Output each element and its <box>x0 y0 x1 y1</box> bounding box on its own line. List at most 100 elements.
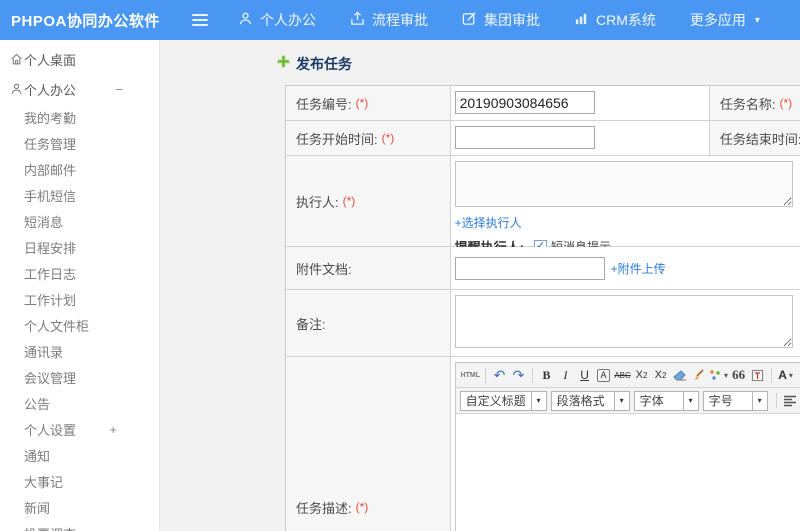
nav-item-flow-approval[interactable]: 流程审批 <box>350 10 428 30</box>
sidebar-item-task-management[interactable]: 任务管理 <box>0 130 159 156</box>
sidebar-item-label: 个人桌面 <box>24 52 77 68</box>
attachment-input[interactable] <box>454 256 605 280</box>
undo-button[interactable]: ↶ <box>491 366 508 385</box>
italic-button[interactable]: I <box>557 366 574 385</box>
attachment-label: 附件文档: <box>286 247 451 290</box>
sidebar-item-personal-files[interactable]: 个人文件柜 <box>0 312 159 338</box>
heading-select[interactable]: 自定义标题 ▾ <box>459 390 547 411</box>
paragraph-format-select[interactable]: 段落格式 ▾ <box>550 390 630 411</box>
sidebar-item-memorabilia[interactable]: 大事记 <box>0 468 159 494</box>
sidebar-item-meeting-management[interactable]: 会议管理 <box>0 364 159 390</box>
executor-label: 执行人: (*) <box>286 156 451 247</box>
font-color-button[interactable]: A ▾ <box>777 366 794 385</box>
start-time-label: 任务开始时间: (*) <box>286 121 451 156</box>
eraser-icon[interactable] <box>671 366 688 385</box>
font-family-select[interactable]: 字体 ▾ <box>633 390 699 411</box>
sidebar-item-notice[interactable]: 通知 <box>0 442 159 468</box>
rich-text-editor: HTML ↶ ↷ B I U A ABC X2 X2 ▾ 66 A ▾ 自定义标… <box>454 362 800 531</box>
sidebar-item-announcement[interactable]: 公告 <box>0 390 159 416</box>
sidebar-item-vote-survey[interactable]: 投票调查 <box>0 520 159 531</box>
sidebar-item-schedule[interactable]: 日程安排 <box>0 234 159 260</box>
font-size-select[interactable]: 字号 ▾ <box>702 390 768 411</box>
caret-down-icon: ▾ <box>682 391 698 410</box>
group-approval-icon <box>462 11 484 29</box>
choose-executor-link[interactable]: +选择执行人 <box>455 216 522 230</box>
caret-down-icon: ▾ <box>613 391 629 410</box>
top-nav: 个人办公 流程审批 集团审批 CRM系统 更多应用 ▾ <box>238 10 794 30</box>
remark-textarea[interactable] <box>454 295 793 348</box>
remark-label: 备注: <box>286 290 451 357</box>
home-icon <box>10 53 23 66</box>
top-header: PHPOA协同办公软件 个人办公 流程审批 集团审批 CRM系统 更多应用 ▾ <box>0 0 800 40</box>
sidebar-item-short-message[interactable]: 短消息 <box>0 208 159 234</box>
caret-down-icon: ▾ <box>751 391 767 410</box>
description-label: 任务描述: (*) <box>286 357 451 531</box>
strikethrough-button[interactable]: ABC <box>614 366 631 385</box>
form-row-executor: 执行人:(*) +选择执行人 提醒执行人: ✓ 短消息提示 <box>286 156 800 255</box>
caret-down-icon: ▾ <box>530 391 546 410</box>
nav-item-group-approval[interactable]: 集团审批 <box>462 10 540 30</box>
form-row-task-number: 任务编号:(*) 任务名称:(*) <box>286 86 800 121</box>
sidebar-item-work-plan[interactable]: 工作计划 <box>0 286 159 312</box>
task-name-label: 任务名称: (*) <box>709 86 800 121</box>
subscript-button[interactable]: X2 <box>652 366 669 385</box>
expand-icon[interactable]: + <box>109 422 117 437</box>
sidebar-item-personal-settings[interactable]: 个人设置 + <box>0 416 159 442</box>
bold-button[interactable]: B <box>538 366 555 385</box>
sidebar-item-news[interactable]: 新闻 <box>0 494 159 520</box>
sidebar-item-label: 个人办公 <box>24 82 77 98</box>
blockquote-button[interactable]: 66 <box>730 366 747 385</box>
sidebar: 个人桌面 个人办公 − 我的考勤 任务管理 内部邮件 手机短信 短消息 日程安排… <box>0 40 160 531</box>
task-number-input[interactable] <box>454 91 595 114</box>
form-row-start-time: 任务开始时间:(*) 任务结束时间:(*) <box>286 121 800 156</box>
app-window: PHPOA协同办公软件 个人办公 流程审批 集团审批 CRM系统 更多应用 ▾ … <box>0 0 800 531</box>
char-border-button[interactable]: A <box>597 368 611 382</box>
sidebar-item-personal-desktop[interactable]: 个人桌面 <box>0 44 159 74</box>
flow-approval-icon <box>350 11 372 29</box>
sidebar-item-personal-office[interactable]: 个人办公 − <box>0 74 159 104</box>
executor-textarea[interactable] <box>454 161 793 207</box>
hamburger-menu-icon[interactable] <box>192 14 208 26</box>
collapse-icon[interactable]: − <box>115 82 123 97</box>
nav-label: 更多应用 <box>689 12 746 28</box>
editor-toolbar-row2: 自定义标题 ▾ 段落格式 ▾ 字体 ▾ 字号 ▾ <box>455 388 800 414</box>
underline-button[interactable]: U <box>576 366 593 385</box>
paste-plain-icon[interactable] <box>749 366 766 385</box>
nav-label: 集团审批 <box>484 12 540 28</box>
superscript-button[interactable]: X2 <box>633 366 650 385</box>
html-source-button[interactable]: HTML <box>461 366 480 385</box>
nav-item-more-apps[interactable]: 更多应用 ▾ <box>690 10 760 30</box>
publish-task-form: 任务编号:(*) 任务名称:(*) 任务开始时间:(*) <box>285 85 800 531</box>
sidebar-item-my-attendance[interactable]: 我的考勤 <box>0 104 159 130</box>
sidebar-item-contacts[interactable]: 通讯录 <box>0 338 159 364</box>
align-left-icon[interactable] <box>782 391 799 410</box>
nav-label: CRM系统 <box>596 12 656 28</box>
redo-button[interactable]: ↷ <box>510 366 527 385</box>
task-number-label: 任务编号: (*) <box>286 86 451 121</box>
sidebar-item-internal-mail[interactable]: 内部邮件 <box>0 156 159 182</box>
app-logo: PHPOA协同办公软件 <box>11 12 160 30</box>
editor-toolbar-row1: HTML ↶ ↷ B I U A ABC X2 X2 ▾ 66 A ▾ <box>455 363 800 388</box>
caret-down-icon: ▾ <box>724 370 729 380</box>
page-title: 发布任务 <box>277 54 352 74</box>
start-time-input[interactable] <box>454 126 595 149</box>
crm-chart-icon <box>574 11 596 29</box>
auto-typeset-icon[interactable]: ▾ <box>709 366 728 385</box>
add-plus-icon <box>277 55 290 73</box>
nav-label: 流程审批 <box>372 12 428 28</box>
editor-content-area[interactable] <box>455 414 800 531</box>
person-icon <box>10 83 23 96</box>
sidebar-item-mobile-sms[interactable]: 手机短信 <box>0 182 159 208</box>
sidebar-item-work-log[interactable]: 工作日志 <box>0 260 159 286</box>
main-content: 发布任务 任务编号:(*) 任务名称:(*) 任务开始时间:(*) <box>160 40 800 531</box>
form-row-attachment: 附件文档: +附件上传 <box>286 247 800 290</box>
form-row-remark: 备注: <box>286 290 800 357</box>
caret-down-icon: ▾ <box>754 14 760 26</box>
person-icon <box>238 11 260 29</box>
format-brush-icon[interactable] <box>690 366 707 385</box>
attachment-upload-link[interactable]: +附件上传 <box>611 260 666 277</box>
end-time-label: 任务结束时间:(*) <box>709 121 800 156</box>
nav-item-personal-office[interactable]: 个人办公 <box>238 10 316 30</box>
form-row-description: 任务描述: (*) HTML ↶ ↷ B I U A ABC X 2 X 2 ▾… <box>286 357 800 531</box>
nav-item-crm-system[interactable]: CRM系统 <box>574 10 656 30</box>
